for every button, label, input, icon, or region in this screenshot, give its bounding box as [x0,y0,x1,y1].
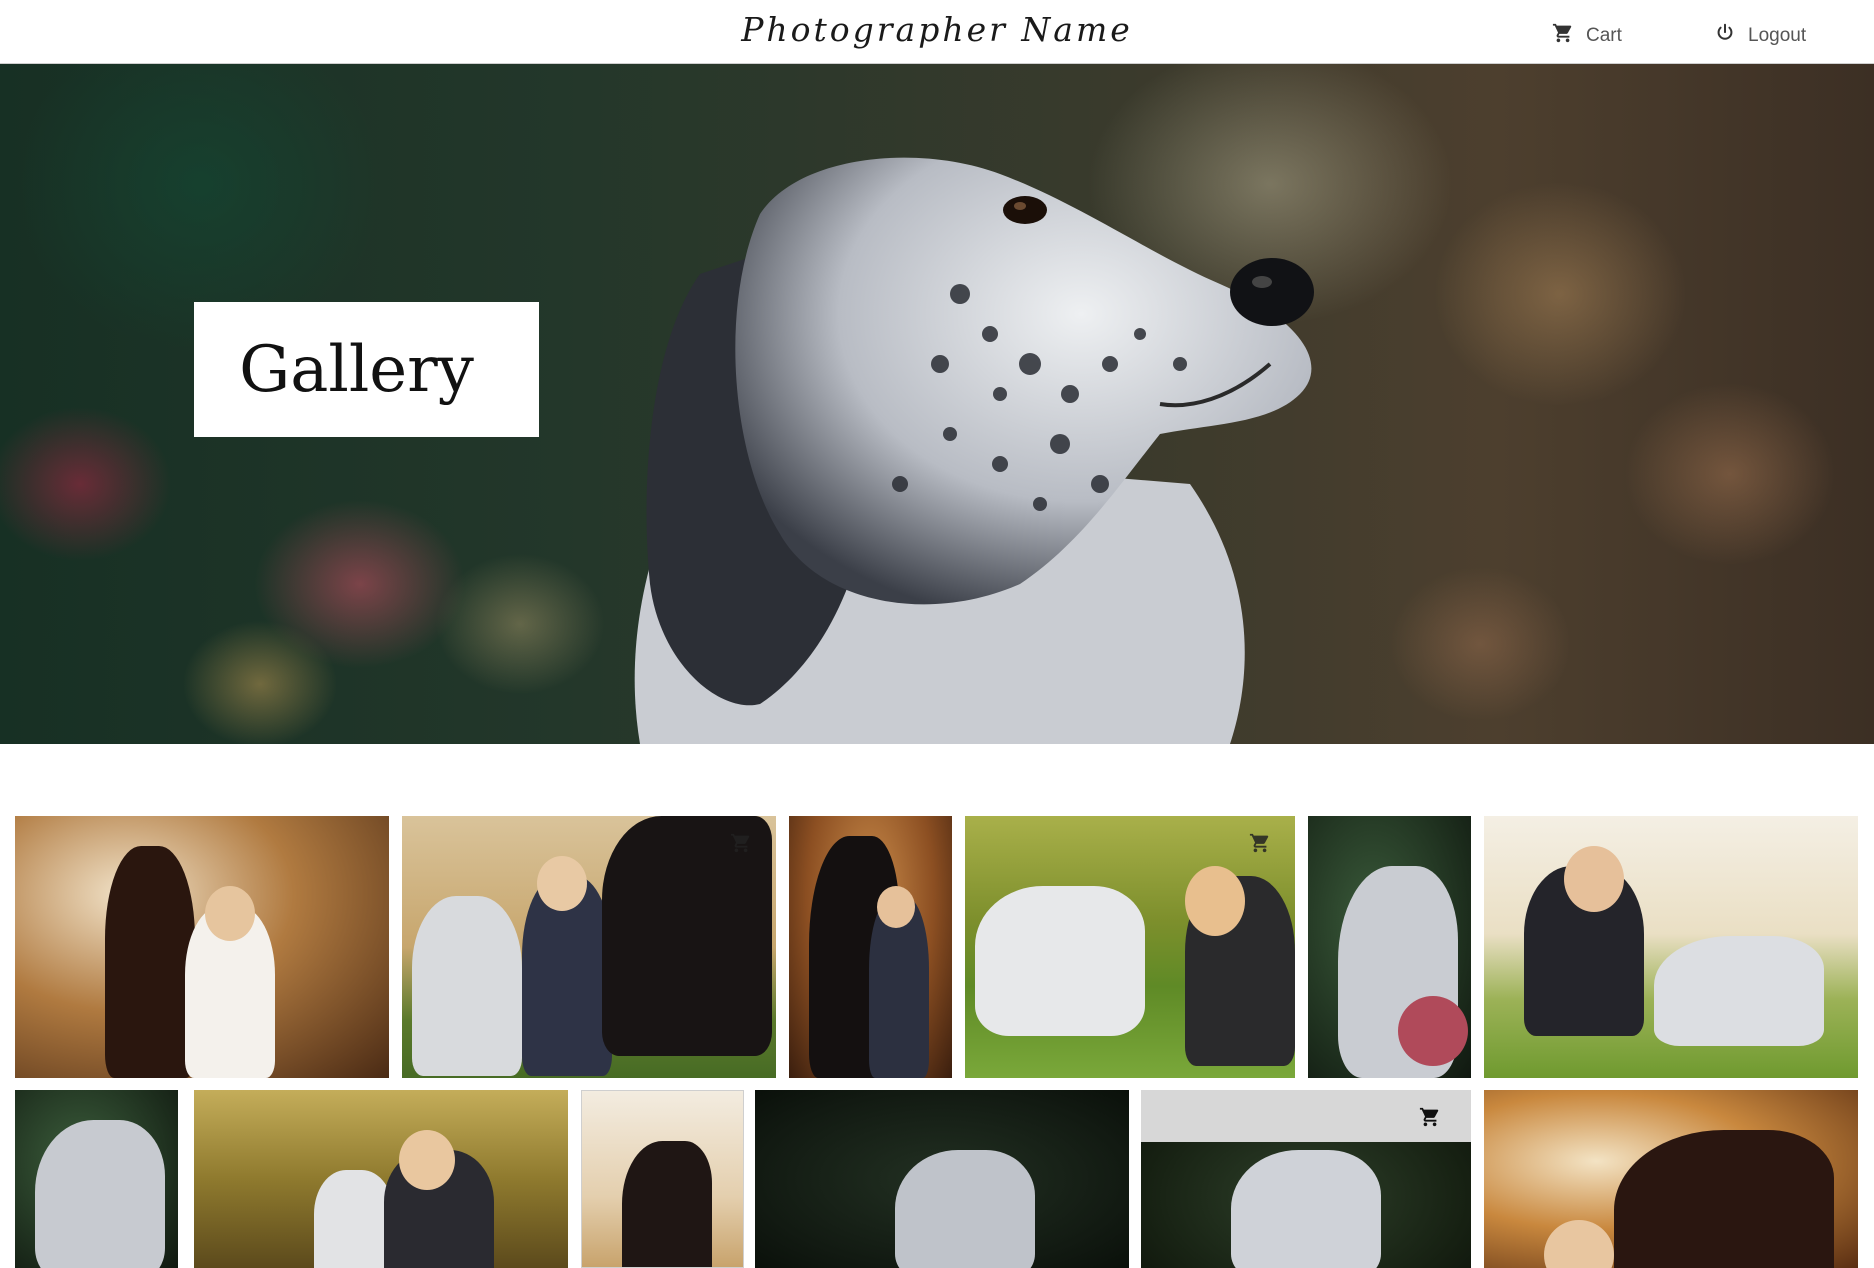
gallery-photo-2[interactable] [402,816,776,1078]
gallery-photo-6[interactable] [1484,816,1858,1078]
cart-icon [1552,22,1574,50]
photo-hover-bar [1141,1090,1471,1142]
cart-link[interactable]: Cart [1552,22,1622,50]
gallery-photo-9[interactable] [581,1090,744,1268]
gallery-photo-5[interactable] [1308,816,1471,1078]
power-icon [1714,22,1736,50]
gallery-title: Gallery [239,332,474,407]
add-to-cart-icon[interactable] [1419,1106,1441,1128]
logout-link[interactable]: Logout [1714,22,1806,50]
logout-label: Logout [1748,25,1807,46]
hero-banner: Gallery [0,64,1874,744]
gallery-photo-1[interactable] [15,816,389,1078]
gallery-photo-8[interactable] [194,1090,568,1268]
gallery-photo-10[interactable] [755,1090,1129,1268]
add-to-cart-icon[interactable] [1249,832,1271,854]
gallery-photo-4[interactable] [965,816,1295,1078]
gallery-photo-7[interactable] [15,1090,178,1268]
gallery-photo-3[interactable] [789,816,952,1078]
add-to-cart-icon[interactable] [730,832,752,854]
gallery-photo-11[interactable] [1141,1090,1471,1268]
cart-label: Cart [1586,25,1622,46]
top-navigation-bar: Photographer Name Cart Logout [0,0,1874,64]
gallery-title-card: Gallery [194,302,539,437]
gallery-photo-12[interactable] [1484,1090,1858,1268]
